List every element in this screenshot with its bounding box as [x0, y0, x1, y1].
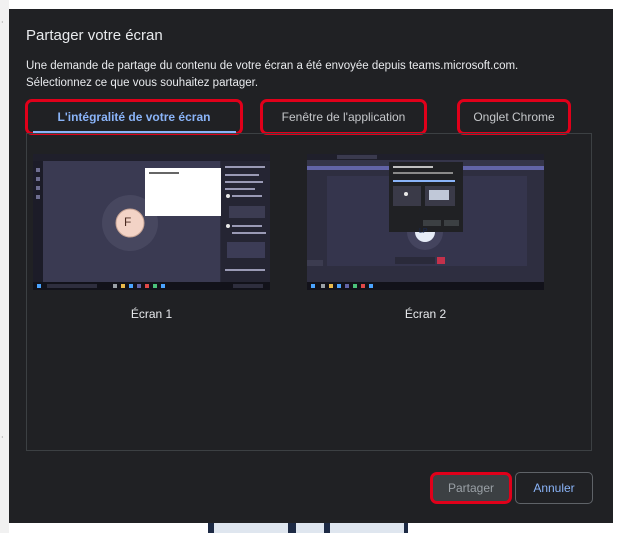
screen-1-avatar-initial: F — [124, 215, 132, 229]
cancel-button[interactable]: Annuler — [515, 472, 593, 504]
tab-label: Fenêtre de l'application — [281, 110, 406, 124]
tab-label: L'intégralité de votre écran — [57, 110, 211, 124]
tab-application-window[interactable]: Fenêtre de l'application — [260, 99, 427, 135]
screen-2-label: Écran 2 — [404, 307, 447, 321]
edge-mark-icon: · — [1, 433, 4, 442]
edge-mark-icon: · — [1, 18, 4, 27]
screen-1-label: Écran 1 — [130, 307, 173, 321]
screen-2-avatar-initial: LP — [419, 228, 428, 235]
background-window-edge: · · — [0, 0, 9, 533]
share-button[interactable]: Partager — [430, 472, 512, 504]
dialog-description: Une demande de partage du contenu de vot… — [26, 60, 519, 89]
dialog-title: Partager votre écran — [26, 27, 163, 44]
screen-2-thumbnail[interactable]: LP — [307, 154, 544, 290]
cancel-button-label: Annuler — [533, 481, 575, 495]
screen-2-preview-image — [307, 154, 544, 290]
tab-label: Onglet Chrome — [473, 110, 555, 124]
share-button-label: Partager — [447, 481, 495, 495]
share-screen-dialog: Partager votre écran Une demande de part… — [9, 9, 613, 523]
screen-1-thumbnail[interactable]: F — [33, 154, 270, 290]
tab-entire-screen[interactable]: L'intégralité de votre écran — [25, 99, 243, 135]
screen-1-preview-image — [33, 154, 270, 290]
tab-chrome-tab[interactable]: Onglet Chrome — [457, 99, 571, 135]
